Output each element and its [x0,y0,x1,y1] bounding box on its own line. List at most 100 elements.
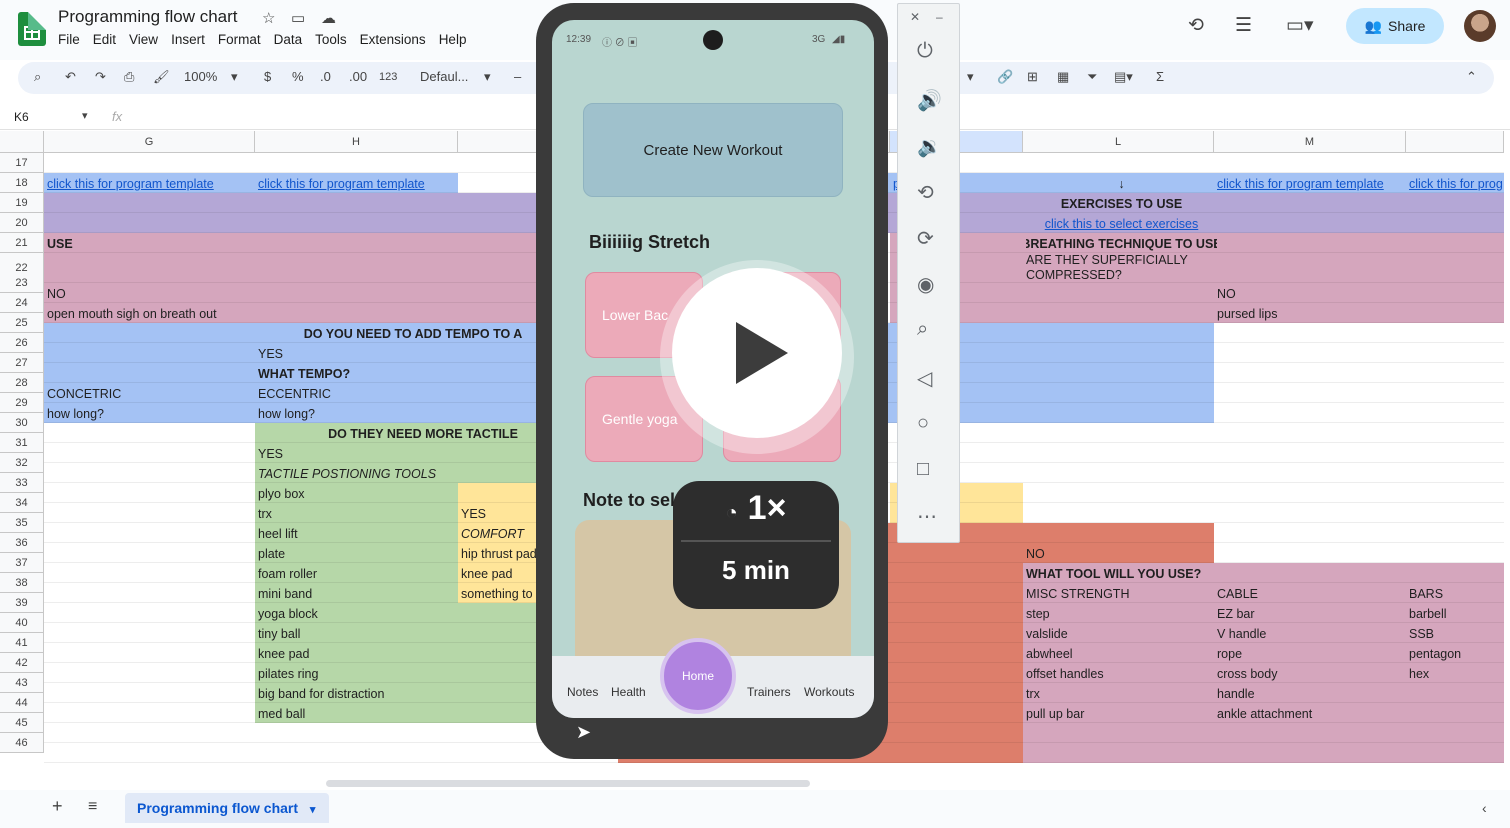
cell-m40[interactable]: V handle [1217,623,1409,643]
cell-h29[interactable]: how long? [258,403,461,423]
minimize-icon[interactable]: – [936,10,943,24]
column-header-n[interactable] [1406,131,1504,153]
cell-g29[interactable]: how long? [47,403,258,423]
cell-n39[interactable]: barbell [1409,603,1504,623]
row-header-24[interactable]: 24 [0,293,44,313]
cell-n18[interactable]: click this for prog [1409,173,1504,193]
nav-workouts[interactable]: Workouts [804,685,854,699]
menu-tools[interactable]: Tools [315,32,347,47]
nav-notes[interactable]: Notes [567,685,598,699]
cell-l43[interactable]: trx [1026,683,1217,703]
cell-n38[interactable]: BARS [1409,583,1504,603]
nav-trainers[interactable]: Trainers [747,685,791,699]
version-history-icon[interactable]: ⟲ [1188,14,1204,37]
menu-edit[interactable]: Edit [93,32,116,47]
cell-h40[interactable]: tiny ball [258,623,461,643]
row-header-26[interactable]: 26 [0,333,44,353]
cell-h37[interactable]: foam roller [258,563,461,583]
home-icon[interactable]: ○ [917,412,929,435]
cell-h41[interactable]: knee pad [258,643,461,663]
row-header-32[interactable]: 32 [0,453,44,473]
cell-h31[interactable]: YES [258,443,461,463]
column-header-l[interactable]: L [1023,131,1214,153]
menu-format[interactable]: Format [218,32,261,47]
cell-l19[interactable]: EXERCISES TO USE [1026,193,1217,213]
cell-g23[interactable]: NO [47,283,258,303]
cell-l37[interactable]: WHAT TOOL WILL YOU USE? [1026,563,1286,583]
volume-down-icon[interactable]: 🔉 [917,134,942,159]
sheet-tab-programming-flow-chart[interactable]: Programming flow chart ▾ [125,793,329,823]
decrease-decimal-button[interactable]: .0 [320,69,331,84]
nav-health[interactable]: Health [611,685,646,699]
row-header-19[interactable]: 19 [0,193,44,213]
cell-l36[interactable]: NO [1026,543,1217,563]
menu-file[interactable]: File [58,32,80,47]
row-header-31[interactable]: 31 [0,433,44,453]
cell-h26[interactable]: YES [258,343,461,363]
cell-h39[interactable]: yoga block [258,603,461,623]
cell-h38[interactable]: mini band [258,583,461,603]
row-header-27[interactable]: 27 [0,353,44,373]
row-header-23[interactable]: 23 [0,273,44,293]
cell-h33[interactable]: plyo box [258,483,461,503]
row-header-25[interactable]: 25 [0,313,44,333]
more-formats-button[interactable]: 123 [379,71,397,83]
row-header-46[interactable]: 46 [0,733,44,753]
row-header-30[interactable]: 30 [0,413,44,433]
doc-title[interactable]: Programming flow chart [58,7,238,27]
sheets-logo-icon[interactable] [18,12,46,46]
row-header-45[interactable]: 45 [0,713,44,733]
cell-h34[interactable]: trx [258,503,461,523]
add-sheet-icon[interactable]: + [52,796,63,817]
cell-m18[interactable]: click this for program template [1217,173,1409,193]
undo-icon[interactable]: ↶ [65,69,76,85]
row-header-42[interactable]: 42 [0,653,44,673]
back-icon[interactable]: ◁ [917,366,932,391]
cell-h35[interactable]: heel lift [258,523,461,543]
font-select[interactable]: Defaul... [420,69,468,84]
rotate-left-icon[interactable]: ⟲ [917,180,934,205]
row-header-29[interactable]: 29 [0,393,44,413]
overview-icon[interactable]: □ [917,458,929,481]
row-header-21[interactable]: 21 [0,233,44,253]
cell-l38[interactable]: MISC STRENGTH [1026,583,1217,603]
create-new-workout-button[interactable]: Create New Workout [583,103,843,197]
cell-g21[interactable]: USE [47,233,258,253]
share-button[interactable]: 👥 Share [1346,8,1444,44]
functions-icon[interactable]: Σ [1156,69,1164,84]
cell-h27[interactable]: WHAT TEMPO? [258,363,461,383]
cell-l41[interactable]: abwheel [1026,643,1217,663]
cell-l18[interactable]: ↓ [1026,173,1217,193]
filter-icon[interactable]: ⏷ [1087,69,1097,85]
zoom-select[interactable]: 100% [184,69,217,84]
cell-h25[interactable]: DO YOU NEED TO ADD TEMPO TO A [258,323,568,343]
row-header-18[interactable]: 18 [0,173,44,193]
menu-data[interactable]: Data [274,32,303,47]
menu-view[interactable]: View [129,32,158,47]
row-header-33[interactable]: 33 [0,473,44,493]
avatar[interactable] [1464,10,1496,42]
column-header-g[interactable]: G [44,131,255,153]
cell-g28[interactable]: CONCETRIC [47,383,258,403]
cell-n41[interactable]: pentagon [1409,643,1504,663]
currency-format-button[interactable]: $ [264,69,271,84]
cell-n40[interactable]: SSB [1409,623,1504,643]
chevron-down-icon[interactable]: ▾ [231,69,238,85]
collapse-toolbar-icon[interactable]: ⌃ [1466,69,1477,85]
name-box[interactable]: K6 [14,110,29,124]
menu-extensions[interactable]: Extensions [360,32,426,47]
cell-l44[interactable]: pull up bar [1026,703,1217,723]
row-header-37[interactable]: 37 [0,553,44,573]
row-header-28[interactable]: 28 [0,373,44,393]
cell-h32[interactable]: TACTILE POSTIONING TOOLS [258,463,461,483]
cell-l22[interactable]: ARE THEY SUPERFICIALLY COMPRESSED? [1026,253,1226,283]
cell-h43[interactable]: big band for distraction [258,683,461,703]
row-header-36[interactable]: 36 [0,533,44,553]
cell-h28[interactable]: ECCENTRIC [258,383,461,403]
insert-comment-icon[interactable]: ⊞ [1027,69,1038,85]
cell-m23[interactable]: NO [1217,283,1409,303]
cell-l40[interactable]: valslide [1026,623,1217,643]
horizontal-scrollbar[interactable] [326,780,810,787]
cell-g24[interactable]: open mouth sigh on breath out [47,303,258,323]
row-header-43[interactable]: 43 [0,673,44,693]
